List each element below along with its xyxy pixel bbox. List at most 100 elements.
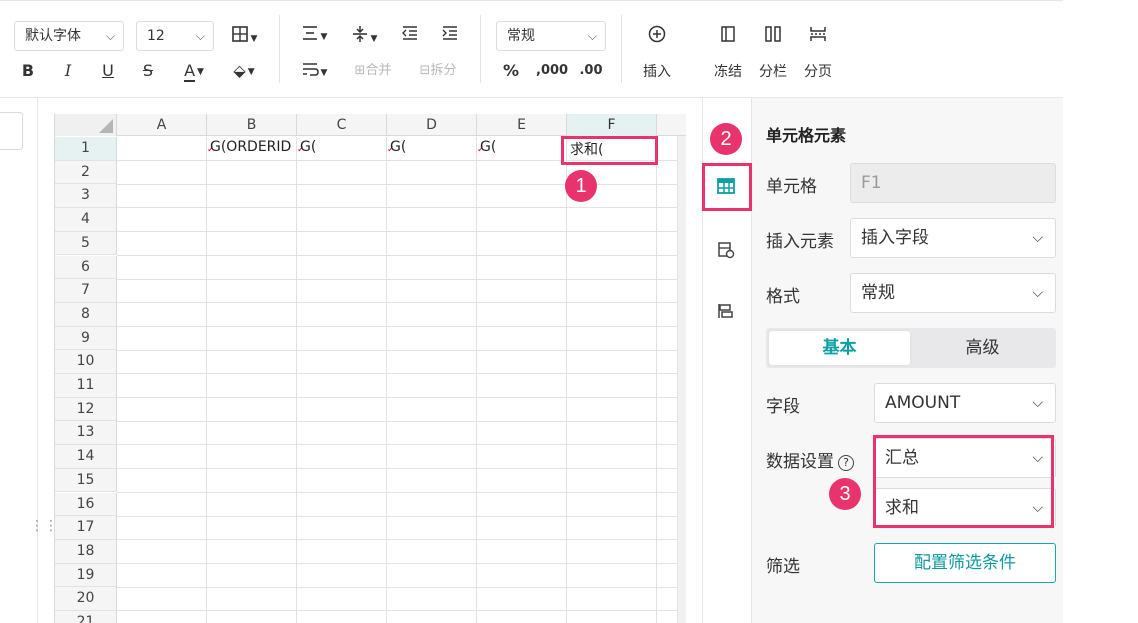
plus-circle-icon xyxy=(648,25,666,43)
cell-e1[interactable]: G( xyxy=(480,139,566,155)
configure-filter-button[interactable]: 配置筛选条件 xyxy=(874,543,1056,583)
highlight-cell-f1 xyxy=(561,136,658,165)
underline-button[interactable]: U xyxy=(98,61,118,81)
column-header-c[interactable]: C xyxy=(297,114,387,136)
field-label: 字段 xyxy=(766,397,800,417)
row-header-14[interactable]: 14 xyxy=(55,445,117,469)
field-select[interactable]: AMOUNT ⌵ xyxy=(874,383,1056,423)
columns-button[interactable] xyxy=(762,25,784,48)
split-icon: ⊟ xyxy=(419,63,431,78)
font-size-value: 12 xyxy=(147,28,165,44)
fill-color-button[interactable]: ⬙ ▼ xyxy=(224,61,264,82)
insert-element-value: 插入字段 xyxy=(861,228,929,248)
row-header-6[interactable]: 6 xyxy=(55,255,117,280)
border-button[interactable]: ▼ xyxy=(226,25,262,49)
column-header-a[interactable]: A xyxy=(117,114,207,136)
panel-title: 单元格元素 xyxy=(766,126,847,145)
row-header-16[interactable]: 16 xyxy=(55,492,117,517)
insert-label: 插入 xyxy=(643,64,671,80)
increase-indent-button[interactable] xyxy=(438,25,462,46)
wrap-text-button[interactable]: ▼ xyxy=(296,61,332,83)
vertical-scrollbar[interactable] xyxy=(677,136,686,623)
row-header-10[interactable]: 10 xyxy=(55,350,117,374)
decimal-button[interactable]: .00 xyxy=(576,61,606,81)
chevron-down-icon: ⌵ xyxy=(195,29,205,43)
component-tab[interactable] xyxy=(716,301,736,325)
format-value: 常规 xyxy=(861,283,895,303)
insert-element-select[interactable]: 插入字段 ⌵ xyxy=(850,218,1056,258)
row-header-9[interactable]: 9 xyxy=(55,326,117,351)
row-header-1[interactable]: 1 xyxy=(55,137,117,161)
row-header-3[interactable]: 3 xyxy=(55,184,117,209)
data-setting-label: 数据设置? xyxy=(766,447,854,472)
cell-b1[interactable]: G(ORDERID xyxy=(210,139,296,155)
row-header-13[interactable]: 13 xyxy=(55,421,117,446)
row-header-15[interactable]: 15 xyxy=(55,468,117,493)
cell-property-tab[interactable] xyxy=(716,240,736,264)
columns-icon xyxy=(765,26,781,42)
column-header-e[interactable]: E xyxy=(477,114,567,136)
cell-property-icon xyxy=(718,242,735,259)
page-break-icon xyxy=(810,27,826,41)
cell-d1[interactable]: G( xyxy=(390,139,476,155)
row-header-20[interactable]: 20 xyxy=(55,587,117,611)
insert-element-label: 插入元素 xyxy=(766,232,834,252)
cell-c1[interactable]: G( xyxy=(300,139,386,155)
settings-tabs: 基本 高级 xyxy=(766,328,1056,368)
strikethrough-button[interactable]: S xyxy=(138,61,158,81)
format-select[interactable]: 常规 ⌵ xyxy=(850,273,1056,313)
tab-advanced[interactable]: 高级 xyxy=(912,331,1053,365)
column-header-f[interactable]: F xyxy=(567,114,657,136)
step-badge-2: 2 xyxy=(710,123,742,155)
font-color-button[interactable]: A ▼ xyxy=(176,61,212,82)
decrease-indent-button[interactable] xyxy=(398,25,422,46)
row-header-2[interactable]: 2 xyxy=(55,160,117,185)
paint-bucket-icon: ⬙ xyxy=(233,61,246,80)
number-format-select[interactable]: 常规 ⌵ xyxy=(496,21,606,51)
percent-button[interactable]: % xyxy=(500,61,522,81)
cell-address-field: F1 xyxy=(850,163,1056,203)
select-all-corner[interactable] xyxy=(55,114,117,136)
freeze-button[interactable] xyxy=(718,25,738,48)
decimal-label: .00 xyxy=(579,63,603,78)
data-setting-text: 数据设置 xyxy=(766,452,834,472)
horizontal-align-button[interactable]: ▼ xyxy=(296,25,332,47)
left-panel-input[interactable] xyxy=(0,112,23,150)
step-badge-3: 3 xyxy=(829,478,861,510)
chevron-down-icon: ⌵ xyxy=(105,29,115,43)
field-value: AMOUNT xyxy=(885,393,961,413)
align-center-icon xyxy=(302,26,317,40)
tab-basic[interactable]: 基本 xyxy=(769,331,910,365)
row-header-17[interactable]: 17 xyxy=(55,516,117,540)
pagination-button[interactable] xyxy=(807,25,829,48)
thousands-label: ,000 xyxy=(536,63,569,78)
row-header-11[interactable]: 11 xyxy=(55,374,117,398)
font-family-select[interactable]: 默认字体 ⌵ xyxy=(14,21,124,51)
vertical-align-icon xyxy=(352,26,367,42)
font-size-select[interactable]: 12 ⌵ xyxy=(136,21,214,51)
insert-button[interactable] xyxy=(642,25,672,48)
row-header-5[interactable]: 5 xyxy=(55,231,117,256)
font-color-icon: A xyxy=(184,61,196,82)
row-header-21[interactable]: 21 xyxy=(55,611,117,623)
help-icon[interactable]: ? xyxy=(838,455,854,471)
column-header-b[interactable]: B xyxy=(207,114,297,136)
number-format-value: 常规 xyxy=(507,28,535,44)
split-cells-button[interactable]: ⊟拆分 xyxy=(410,61,466,81)
italic-button[interactable]: I xyxy=(58,61,78,81)
row-header-7[interactable]: 7 xyxy=(55,279,117,303)
thousands-button[interactable]: ,000 xyxy=(536,61,569,81)
chevron-down-icon: ⌵ xyxy=(1032,285,1043,301)
row-header-12[interactable]: 12 xyxy=(55,397,117,422)
indent-icon xyxy=(442,26,457,40)
vertical-align-button[interactable]: ▼ xyxy=(346,25,382,49)
row-header-8[interactable]: 8 xyxy=(55,302,117,327)
column-header-d[interactable]: D xyxy=(387,114,477,136)
bold-button[interactable]: B xyxy=(18,61,38,81)
row-header-4[interactable]: 4 xyxy=(55,208,117,232)
chevron-down-icon: ⌵ xyxy=(1032,230,1043,246)
row-header-19[interactable]: 19 xyxy=(55,563,117,588)
row-header-18[interactable]: 18 xyxy=(55,539,117,564)
merge-cells-button[interactable]: ⊞合并 xyxy=(346,61,400,81)
freeze-icon xyxy=(721,26,735,42)
